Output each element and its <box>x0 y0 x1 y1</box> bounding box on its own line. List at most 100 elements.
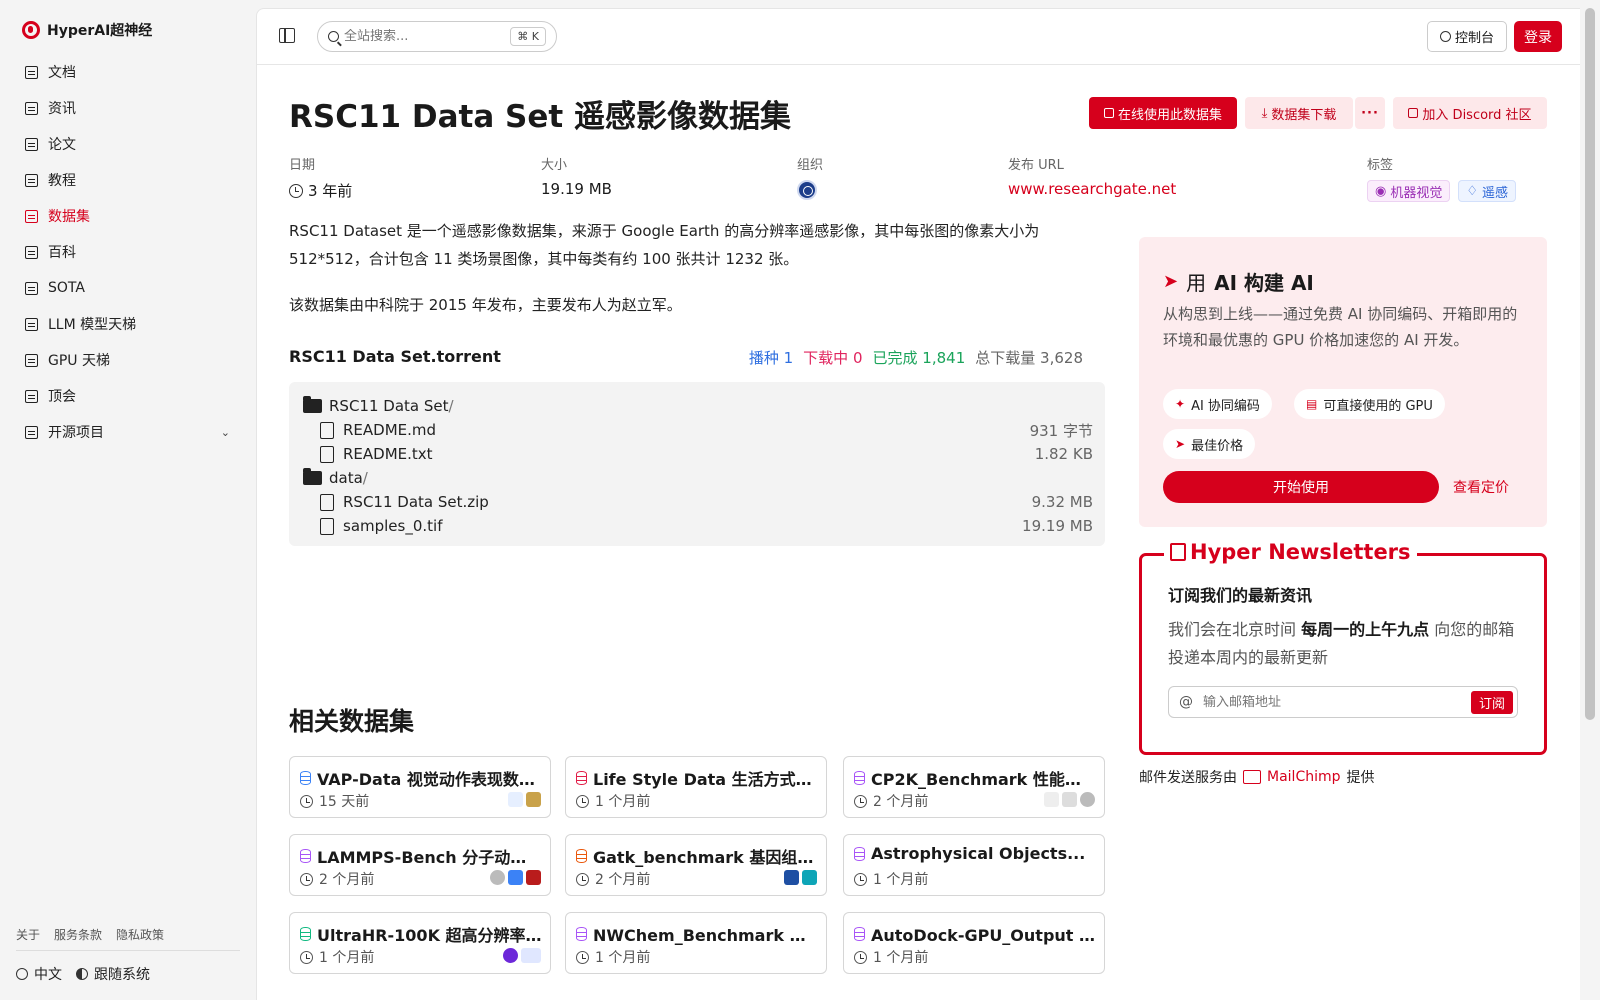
meta-date: 日期 3 年前 <box>289 154 352 201</box>
related-dataset-card[interactable]: AutoDock-GPU_Output 数据集 1 个月前 <box>843 912 1105 974</box>
related-dataset-card[interactable]: Life Style Data 生活方式数据集 1 个月前 <box>565 756 827 818</box>
clock-icon <box>300 872 313 886</box>
meta-label: 发布 URL <box>1008 158 1064 173</box>
sidebar-item-conferences[interactable]: 顶会 <box>16 378 242 414</box>
discord-label: 加入 Discord 社区 <box>1422 107 1532 123</box>
search-input[interactable] <box>344 29 504 44</box>
clock-icon <box>576 794 589 808</box>
console-label: 控制台 <box>1454 31 1494 46</box>
clock-icon <box>289 183 303 198</box>
file-tree-file[interactable]: samples_0.tif <box>320 514 443 538</box>
newsletter-card: Hyper Newsletters 订阅我们的最新资讯 我们会在北京时间 每周一… <box>1139 540 1547 755</box>
file-tree-folder[interactable]: RSC11 Data Set / <box>303 394 454 418</box>
tag-icon: ♢ <box>1466 183 1479 199</box>
footer-link-privacy[interactable]: 隐私政策 <box>116 926 164 943</box>
org-logo-icon <box>784 870 799 885</box>
file-tree-file[interactable]: RSC11 Data Set.zip <box>320 490 489 514</box>
meta-value: 19.19 MB <box>541 180 612 198</box>
sidebar-item-label: 开源项目 <box>48 425 104 441</box>
file-size: 9.32 MB <box>1031 493 1093 511</box>
stat-completed: 已完成 1,841 <box>873 347 966 368</box>
file-icon <box>320 445 334 463</box>
stat-label: 下载中 <box>803 349 849 367</box>
download-button[interactable]: ⤓ 数据集下载 <box>1245 97 1353 129</box>
folder-icon <box>303 396 322 413</box>
footer-link-terms[interactable]: 服务条款 <box>54 926 102 943</box>
sidebar-nav: 文档 资讯 论文 教程 数据集 百科 SOTA LLM 模型天梯 GPU 天梯 … <box>16 54 242 450</box>
torrent-stats: 播种 1 下载中 0 已完成 1,841 总下载量 3,628 <box>749 347 1083 368</box>
more-button[interactable]: ··· <box>1355 97 1385 129</box>
related-datasets-title: 相关数据集 <box>289 707 415 736</box>
publish-url-link[interactable]: www.researchgate.net <box>1008 180 1176 198</box>
related-dataset-card[interactable]: Gatk_benchmark 基因组数据集 2 个月前 <box>565 834 827 896</box>
org-logo-icon <box>490 870 505 885</box>
card-time: 15 天前 <box>319 794 370 810</box>
sidebar-toggle-icon[interactable] <box>279 28 295 43</box>
related-dataset-card[interactable]: UltraHR-100K 超高分辨率数据集 1 个月前 <box>289 912 551 974</box>
mail-provider-note: 邮件发送服务由 MailChimp 提供 <box>1139 767 1375 787</box>
search-box[interactable]: ⌘ K <box>317 21 557 52</box>
console-button[interactable]: 控制台 <box>1427 21 1507 52</box>
sidebar-item-sota[interactable]: SOTA <box>16 270 242 306</box>
page-scrollbar[interactable] <box>1585 8 1595 720</box>
card-title: NWChem_Benchmark 数据集 <box>593 926 818 945</box>
related-dataset-card[interactable]: NWChem_Benchmark 数据集 1 个月前 <box>565 912 827 974</box>
file-name: samples_0.tif <box>343 517 443 535</box>
mailchimp-link[interactable]: MailChimp <box>1267 769 1341 785</box>
use-online-button[interactable]: 在线使用此数据集 <box>1089 97 1237 129</box>
monitor-icon <box>25 353 38 367</box>
dataset-description-publisher: 该数据集由中科院于 2015 年发布，主要发布人为赵立军。 <box>289 296 682 314</box>
sidebar-item-docs[interactable]: 文档 <box>16 54 242 90</box>
related-dataset-card[interactable]: VAP-Data 视觉动作表现数据集 15 天前 <box>289 756 551 818</box>
sidebar-item-wiki[interactable]: 百科 <box>16 234 242 270</box>
footer-link-about[interactable]: 关于 <box>16 926 40 943</box>
clock-icon <box>576 872 589 886</box>
card-time: 1 个月前 <box>873 950 929 966</box>
sidebar-item-papers[interactable]: 论文 <box>16 126 242 162</box>
file-icon <box>320 421 334 439</box>
related-dataset-card[interactable]: Astrophysical Objects... 1 个月前 <box>843 834 1105 896</box>
related-dataset-card[interactable]: CP2K_Benchmark 性能基准数据集 2 个月前 <box>843 756 1105 818</box>
theme-switcher[interactable]: 跟随系统 <box>76 964 150 984</box>
cas-logo-icon[interactable] <box>797 180 817 200</box>
meta-label: 日期 <box>289 158 316 173</box>
list-icon <box>25 425 38 439</box>
get-started-button[interactable]: 开始使用 <box>1163 471 1439 503</box>
file-name: README.txt <box>343 445 433 463</box>
file-icon <box>320 493 334 511</box>
org-logo-icon <box>508 792 523 807</box>
sidebar-item-gpu-leaderboard[interactable]: GPU 天梯 <box>16 342 242 378</box>
theme-label: 跟随系统 <box>94 967 150 983</box>
org-logo-icon <box>526 870 541 885</box>
subscribe-button[interactable]: 订阅 <box>1471 691 1513 714</box>
stat-downloading: 下载中 0 <box>803 347 862 368</box>
sidebar-item-datasets[interactable]: 数据集 <box>16 198 242 234</box>
search-icon <box>328 31 339 42</box>
card-time: 1 个月前 <box>319 950 375 966</box>
chevron-down-icon[interactable]: ⌄ <box>221 426 230 439</box>
view-pricing-link[interactable]: 查看定价 <box>1453 477 1509 497</box>
file-tree-file[interactable]: README.txt <box>320 442 433 466</box>
email-input[interactable] <box>1203 694 1453 710</box>
tag-machine-vision[interactable]: ◉ 机器视觉 <box>1367 180 1451 202</box>
sidebar-item-news[interactable]: 资讯 <box>16 90 242 126</box>
sparkle-icon: ✦ <box>1175 397 1186 411</box>
tag-remote-sensing[interactable]: ♢ 遥感 <box>1458 180 1517 202</box>
language-switcher[interactable]: 中文 <box>16 964 62 984</box>
card-title: VAP-Data 视觉动作表现数据集 <box>317 770 542 789</box>
tag-label: 机器视觉 <box>1390 185 1443 201</box>
file-tree-file[interactable]: README.md <box>320 418 436 442</box>
login-button[interactable]: 登录 <box>1514 21 1562 52</box>
discord-button[interactable]: 加入 Discord 社区 <box>1393 97 1547 129</box>
theme-icon <box>76 968 88 980</box>
brand[interactable]: HyperAI超神经 <box>22 20 152 40</box>
sidebar-item-label: SOTA <box>48 280 85 296</box>
file-tree-folder[interactable]: data / <box>303 466 368 490</box>
sidebar-item-tutorials[interactable]: 教程 <box>16 162 242 198</box>
sidebar-item-label: 数据集 <box>48 209 90 225</box>
sidebar-item-open-source[interactable]: 开源项目 ⌄ <box>16 414 242 450</box>
related-dataset-card[interactable]: LAMMPS-Bench 分子动力学数据集 2 个月前 <box>289 834 551 896</box>
database-icon <box>854 846 865 861</box>
brand-name: HyperAI超神经 <box>47 23 153 39</box>
sidebar-item-llm-leaderboard[interactable]: LLM 模型天梯 <box>16 306 242 342</box>
